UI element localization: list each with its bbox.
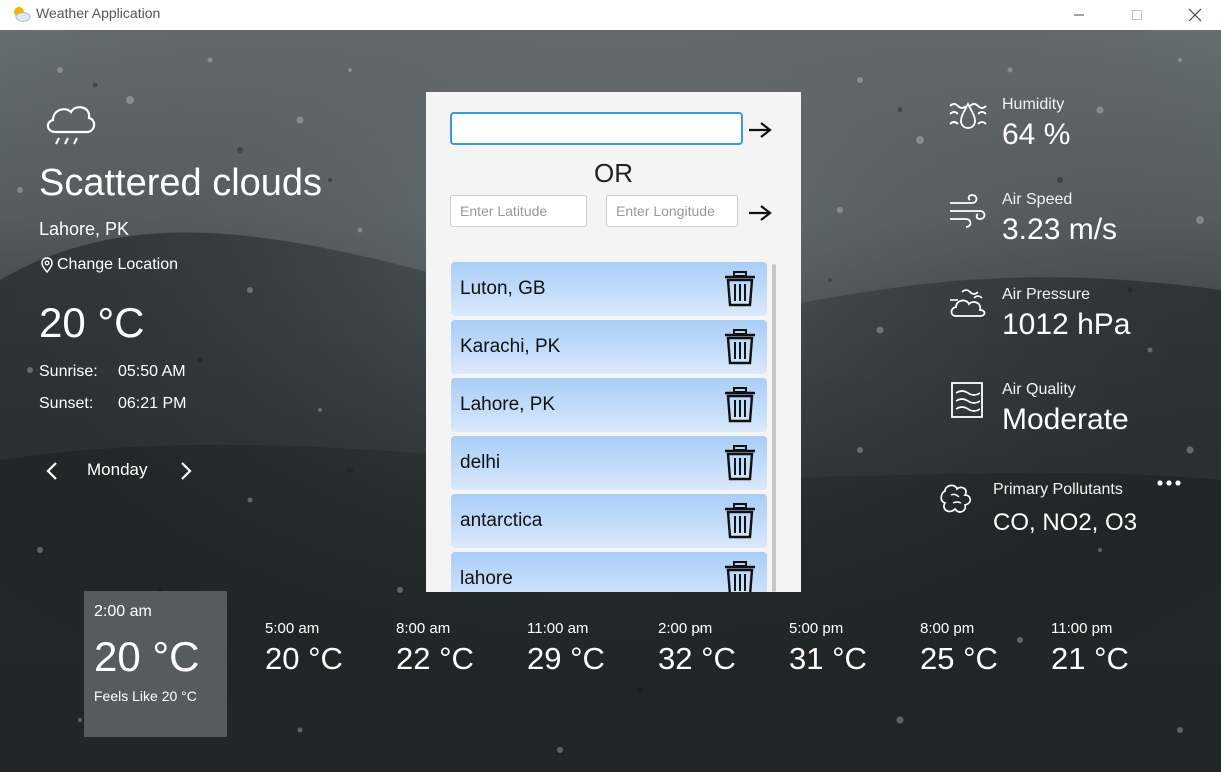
saved-location-item[interactable]: delhi <box>451 436 767 490</box>
trash-icon[interactable] <box>723 271 757 307</box>
hour-temp: 31 °C <box>789 641 867 676</box>
chevron-left-icon <box>46 462 57 480</box>
hour-time: 5:00 am <box>265 620 320 637</box>
window-title: Weather Application <box>36 5 161 21</box>
hour-temp: 29 °C <box>527 641 605 676</box>
map-pin-icon <box>41 257 53 273</box>
saved-location-item[interactable]: Karachi, PK <box>451 320 767 374</box>
close-button[interactable] <box>1166 0 1221 30</box>
pollutants-icon <box>940 484 972 513</box>
saved-location-name: delhi <box>460 452 501 473</box>
cloud-rain-icon <box>46 106 96 145</box>
sunrise-row: Sunrise: 05:50 AM <box>39 363 186 381</box>
air-quality-label: Air Quality <box>1002 381 1076 398</box>
saved-location-name: antarctica <box>460 510 543 531</box>
saved-location-item[interactable]: antarctica <box>451 494 767 548</box>
sunrise-label: Sunrise: <box>39 363 98 380</box>
pollutants-label: Primary Pollutants <box>993 481 1123 498</box>
condition-title: Scattered clouds <box>39 162 323 204</box>
hourly-forecast-item[interactable]: 5:00 pm 31 °C <box>789 620 867 677</box>
hour-time: 8:00 pm <box>920 620 975 637</box>
weather-app-icon <box>14 7 31 22</box>
hourly-forecast-item[interactable]: 2:00 pm 32 °C <box>658 620 736 677</box>
change-location-label: Change Location <box>57 256 178 273</box>
hour-temp: 32 °C <box>658 641 736 676</box>
pollutants-value: CO, NO2, O3 <box>993 509 1138 536</box>
hourly-forecast-item[interactable]: 8:00 am 22 °C <box>396 620 474 677</box>
previous-day-button[interactable] <box>40 456 64 486</box>
saved-location-item[interactable]: lahore <box>451 552 767 592</box>
title-bar: Weather Application <box>0 0 1221 30</box>
pressure-icon <box>950 289 986 317</box>
saved-location-item[interactable]: Lahore, PK <box>451 378 767 432</box>
chevron-right-icon <box>181 462 192 480</box>
saved-location-name: lahore <box>460 568 513 589</box>
hour-time: 11:00 pm <box>1051 620 1113 637</box>
or-divider-label: OR <box>594 158 633 188</box>
current-temperature: 20 °C <box>39 299 145 346</box>
saved-location-name: Luton, GB <box>460 278 546 299</box>
saved-location-name: Lahore, PK <box>460 394 556 415</box>
trash-icon[interactable] <box>723 329 757 365</box>
trash-icon[interactable] <box>723 561 757 592</box>
hour-temp: 21 °C <box>1051 641 1129 676</box>
minimize-button[interactable] <box>1050 0 1108 30</box>
saved-location-name: Karachi, PK <box>460 336 561 357</box>
hourly-forecast-selected[interactable]: 2:00 am 20 °C Feels Like 20 °C <box>84 591 227 737</box>
hour-temp: 25 °C <box>920 641 998 676</box>
humidity-label: Humidity <box>1002 96 1065 113</box>
hour-temp: 22 °C <box>396 641 474 676</box>
air-speed-value: 3.23 m/s <box>1002 213 1118 246</box>
hour-temp: 20 °C <box>94 633 200 680</box>
maximize-icon <box>1132 10 1142 20</box>
hour-time: 5:00 pm <box>789 620 844 637</box>
arrow-right-icon <box>749 122 772 138</box>
current-city: Lahore, PK <box>39 219 130 239</box>
maximize-button[interactable] <box>1108 0 1166 30</box>
list-scrollbar[interactable] <box>772 264 776 592</box>
sunrise-time: 05:50 AM <box>118 363 186 380</box>
hourly-forecast-item[interactable]: 11:00 pm 21 °C <box>1051 620 1129 677</box>
day-navigator: Monday <box>40 456 210 486</box>
trash-icon[interactable] <box>723 445 757 481</box>
hour-temp: 20 °C <box>265 641 343 676</box>
hourly-forecast-item[interactable]: 11:00 am 29 °C <box>527 620 605 677</box>
change-location-link[interactable]: Change Location <box>40 256 178 274</box>
hour-time: 2:00 am <box>94 603 152 620</box>
sunset-time: 06:21 PM <box>118 395 187 412</box>
close-icon <box>1188 8 1202 22</box>
more-options-icon[interactable] <box>1156 478 1182 488</box>
trash-icon[interactable] <box>723 503 757 539</box>
next-day-button[interactable] <box>174 456 198 486</box>
air-speed-label: Air Speed <box>1002 191 1073 208</box>
weather-background: Scattered clouds Lahore, PK Change Locat… <box>0 30 1221 772</box>
latitude-input[interactable] <box>450 195 587 227</box>
day-label: Monday <box>87 460 148 479</box>
sunset-row: Sunset: 06:21 PM <box>39 395 186 413</box>
humidity-value: 64 % <box>1002 118 1071 151</box>
search-city-button[interactable] <box>746 119 774 141</box>
hour-time: 2:00 pm <box>658 620 713 637</box>
humidity-icon <box>949 101 987 129</box>
saved-location-item[interactable]: Luton, GB <box>451 262 767 316</box>
hourly-forecast-item[interactable]: 5:00 am 20 °C <box>265 620 343 677</box>
hour-time: 8:00 am <box>396 620 451 637</box>
longitude-input[interactable] <box>606 195 738 227</box>
search-coordinates-button[interactable] <box>746 202 774 224</box>
location-search-panel: OR Luton, GB Karachi, PK Lahore, PK delh… <box>426 92 801 592</box>
saved-locations-list: Luton, GB Karachi, PK Lahore, PK delhi a… <box>450 262 772 592</box>
city-search-input[interactable] <box>450 112 743 145</box>
sunset-label: Sunset: <box>39 395 94 412</box>
arrow-right-icon <box>749 205 772 221</box>
minimize-icon <box>1074 14 1084 16</box>
air-quality-value: Moderate <box>1002 403 1129 436</box>
hourly-forecast-item[interactable]: 8:00 pm 25 °C <box>920 620 998 677</box>
feels-like: Feels Like 20 °C <box>94 688 197 704</box>
trash-icon[interactable] <box>723 387 757 423</box>
air-pressure-value: 1012 hPa <box>1002 308 1131 341</box>
wind-icon <box>950 194 986 228</box>
air-pressure-label: Air Pressure <box>1002 286 1091 303</box>
air-quality-icon <box>951 382 983 418</box>
hour-time: 11:00 am <box>527 620 589 637</box>
